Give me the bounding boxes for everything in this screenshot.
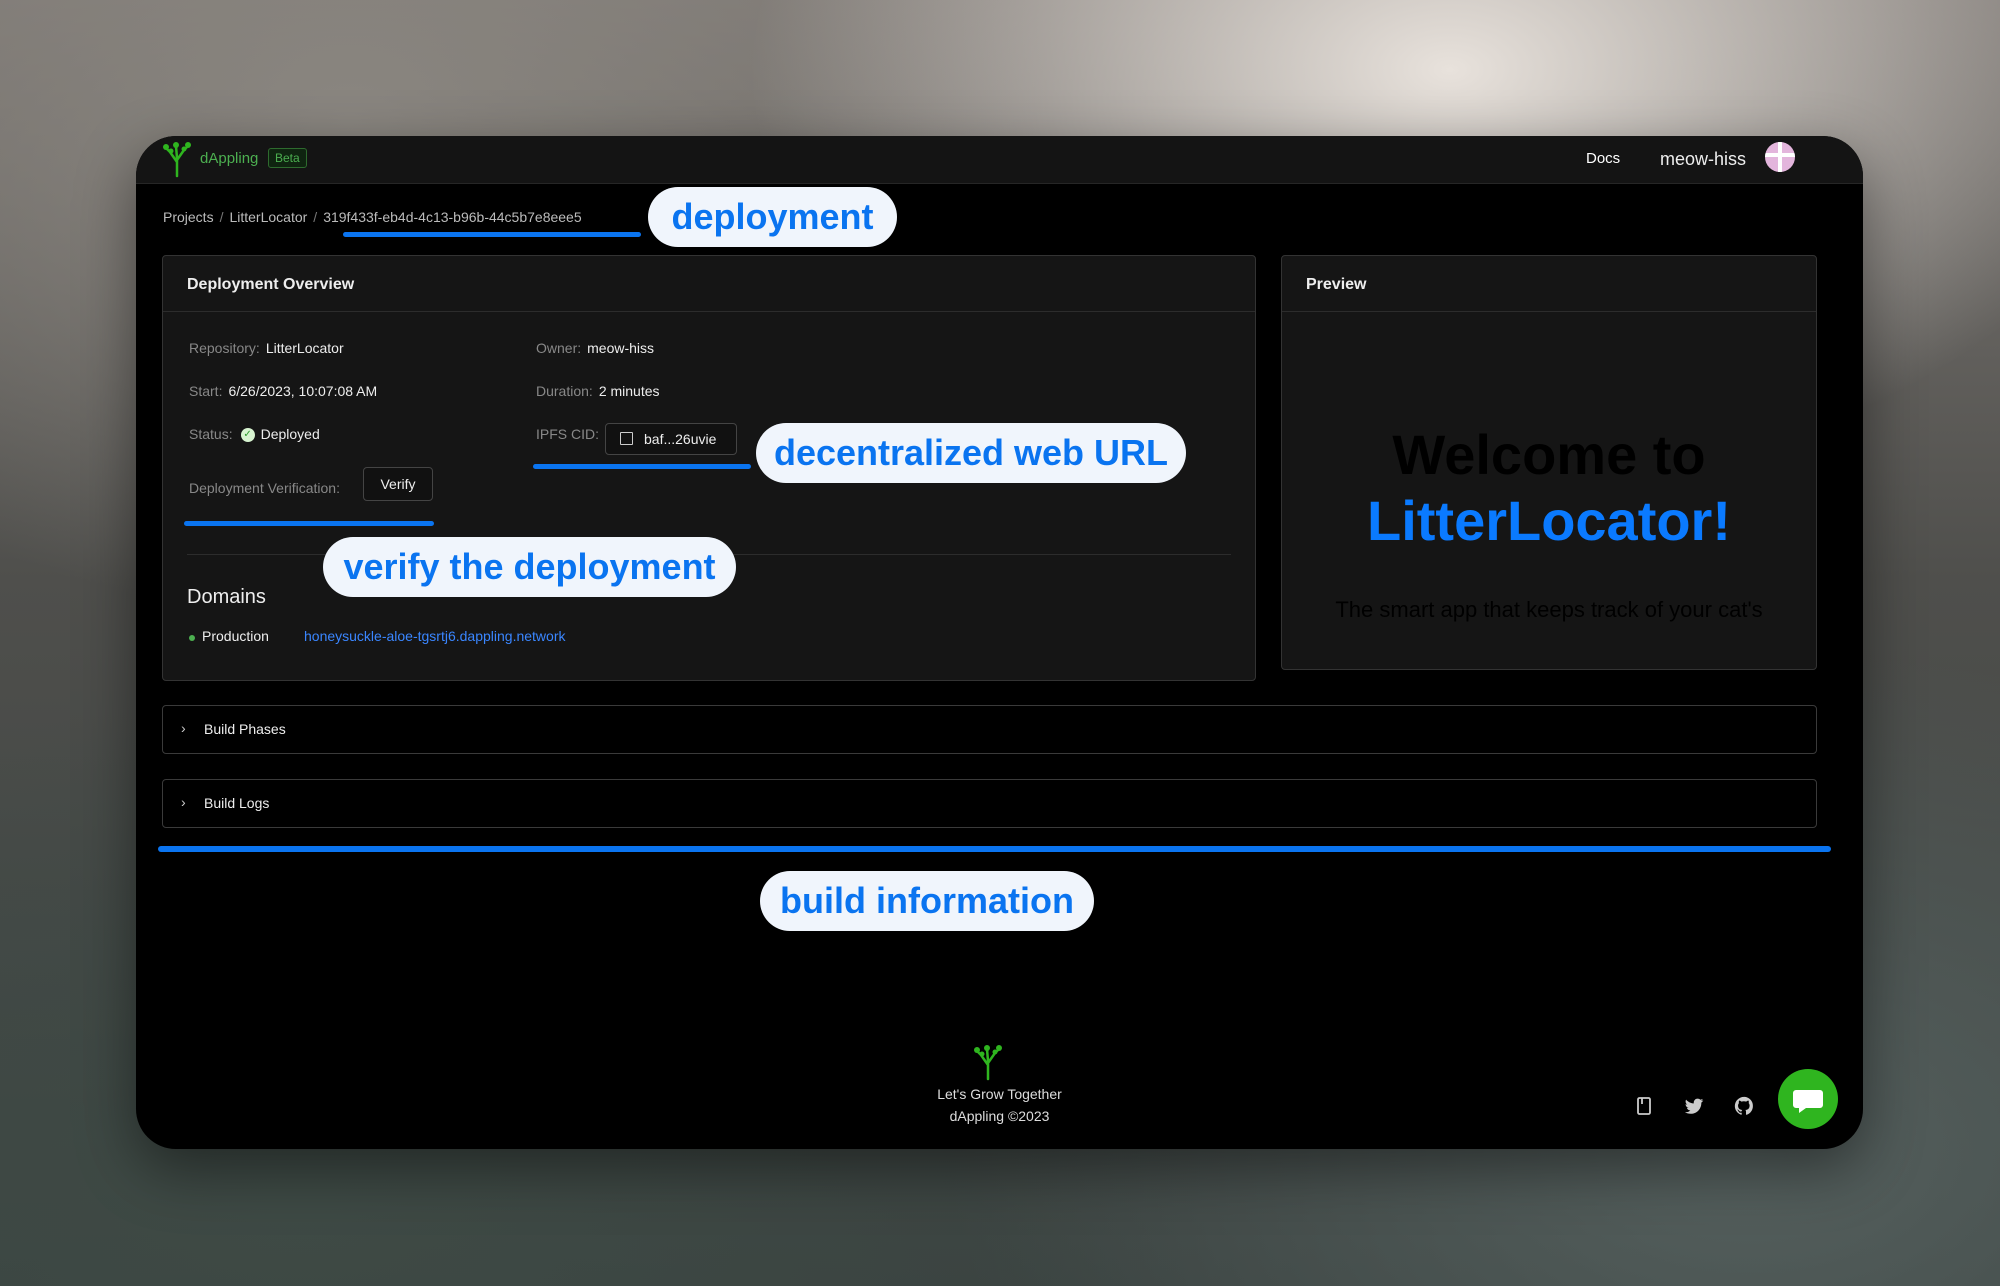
preview-card: Preview Welcome to LitterLocator! The sm… bbox=[1281, 255, 1817, 670]
repository-value: LitterLocator bbox=[265, 340, 344, 356]
tree-logo-icon bbox=[974, 1045, 1002, 1081]
chevron-right-icon: › bbox=[181, 794, 186, 810]
status-field: Status: ✓ Deployed bbox=[189, 426, 320, 443]
production-url-link[interactable]: honeysuckle-aloe-tgsrtj6.dappling.networ… bbox=[304, 628, 565, 644]
chat-button[interactable] bbox=[1778, 1069, 1838, 1129]
owner-field: Owner: meow-hiss bbox=[536, 340, 655, 356]
card-header: Preview bbox=[1282, 256, 1816, 312]
owner-label: Owner bbox=[536, 340, 578, 356]
breadcrumb-project[interactable]: LitterLocator bbox=[229, 209, 307, 225]
beta-badge: Beta bbox=[268, 148, 307, 168]
preview-welcome: Welcome to bbox=[1392, 423, 1706, 486]
repository-label: Repository bbox=[189, 340, 256, 356]
external-link-icon bbox=[620, 432, 633, 445]
card-title: Preview bbox=[1306, 276, 1367, 293]
chat-bubble-icon bbox=[1793, 1090, 1823, 1113]
tree-logo-icon[interactable] bbox=[162, 140, 192, 178]
status-value: Deployed bbox=[260, 426, 320, 442]
ipfs-field: IPFS CID: bbox=[536, 426, 600, 442]
callout-build-info: build information bbox=[760, 871, 1094, 931]
top-navbar: dAppling Beta Docs meow-hiss bbox=[136, 136, 1863, 184]
breadcrumb-projects[interactable]: Projects bbox=[163, 209, 214, 225]
preview-heading: Welcome to LitterLocator! bbox=[1282, 422, 1816, 554]
highlight-underline-ipfs bbox=[533, 464, 751, 469]
username[interactable]: meow-hiss bbox=[1660, 149, 1746, 170]
repository-field: Repository: LitterLocator bbox=[189, 340, 344, 356]
avatar[interactable] bbox=[1765, 142, 1795, 172]
preview-frame[interactable]: Welcome to LitterLocator! The smart app … bbox=[1282, 312, 1816, 669]
brand-name[interactable]: dAppling bbox=[200, 150, 258, 167]
verification-field: Deployment Verification: bbox=[189, 480, 340, 496]
duration-value: 2 minutes bbox=[598, 383, 660, 399]
start-field: Start: 6/26/2023, 10:07:08 AM bbox=[189, 383, 378, 399]
production-label: Production bbox=[202, 628, 269, 644]
card-title: Deployment Overview bbox=[187, 276, 355, 293]
app-window: dAppling Beta Docs meow-hiss Projects / Li… bbox=[136, 136, 1863, 1149]
build-phases-label: Build Phases bbox=[204, 721, 286, 737]
duration-field: Duration: 2 minutes bbox=[536, 383, 660, 399]
build-logs-accordion[interactable]: › Build Logs bbox=[162, 779, 1817, 828]
start-value: 6/26/2023, 10:07:08 AM bbox=[228, 383, 378, 399]
highlight-underline-build bbox=[158, 846, 1831, 852]
verification-label: Deployment Verification bbox=[189, 480, 337, 496]
footer-tagline: Let's Grow Together bbox=[937, 1086, 1062, 1102]
highlight-underline-verification bbox=[184, 521, 434, 526]
card-header: Deployment Overview bbox=[163, 256, 1255, 312]
callout-deployment: deployment bbox=[648, 187, 897, 247]
verify-button[interactable]: Verify bbox=[363, 467, 433, 501]
production-status-dot bbox=[189, 635, 195, 641]
build-logs-label: Build Logs bbox=[204, 795, 270, 811]
github-icon[interactable] bbox=[1733, 1095, 1755, 1117]
ipfs-label: IPFS CID bbox=[536, 426, 596, 442]
preview-app-name: LitterLocator! bbox=[1367, 489, 1731, 552]
twitter-icon[interactable] bbox=[1683, 1095, 1705, 1117]
build-phases-accordion[interactable]: › Build Phases bbox=[162, 705, 1817, 754]
footer-copyright: dAppling ©2023 bbox=[949, 1108, 1050, 1124]
status-label: Status bbox=[189, 426, 229, 442]
check-circle-icon: ✓ bbox=[240, 428, 255, 443]
book-icon[interactable] bbox=[1633, 1095, 1655, 1117]
callout-verify: verify the deployment bbox=[323, 537, 736, 597]
start-label: Start bbox=[189, 383, 219, 399]
ipfs-cid-button[interactable]: baf...26uvie bbox=[605, 423, 737, 455]
duration-label: Duration bbox=[536, 383, 589, 399]
chevron-right-icon: › bbox=[181, 720, 186, 736]
preview-subtitle: The smart app that keeps track of your c… bbox=[1335, 597, 1763, 622]
callout-web-url: decentralized web URL bbox=[756, 423, 1186, 483]
breadcrumb: Projects / LitterLocator/319f433f-eb4d-4c1… bbox=[163, 209, 582, 225]
breadcrumb-deployment-id[interactable]: 319f433f-eb4d-4c13-b96b-44c5b7e8eee5 bbox=[323, 209, 581, 225]
ipfs-cid-value: baf...26uvie bbox=[644, 431, 717, 447]
owner-value: meow-hiss bbox=[587, 340, 655, 356]
docs-link[interactable]: Docs bbox=[1586, 150, 1620, 167]
domains-heading: Domains bbox=[187, 586, 266, 608]
highlight-underline-deployment bbox=[343, 232, 641, 237]
